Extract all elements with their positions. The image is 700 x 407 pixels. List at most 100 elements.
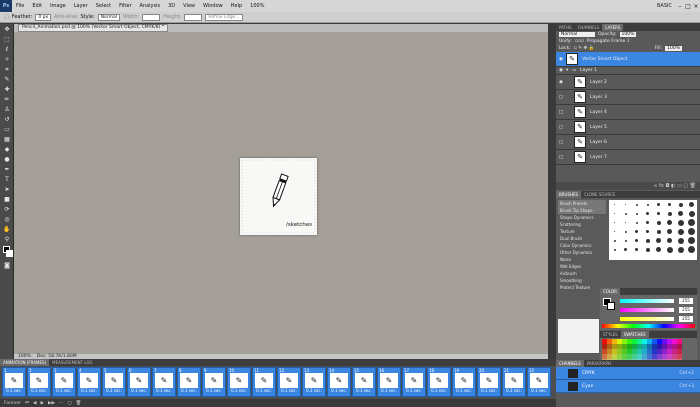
eye-icon[interactable]: ◉ xyxy=(556,68,566,73)
blue-value[interactable]: 255 xyxy=(679,316,693,322)
menu-edit[interactable]: Edit xyxy=(28,3,46,9)
layer-row-group[interactable]: ◉ ▾ ▭ Layer 1 xyxy=(556,67,700,75)
menu-filter[interactable]: Filter xyxy=(115,3,135,9)
brush-tip[interactable] xyxy=(668,203,671,206)
eye-icon[interactable]: ◉ xyxy=(556,57,566,62)
tab-layers[interactable]: LAYERS xyxy=(602,24,624,31)
next-frame-icon[interactable]: ▶▶ xyxy=(48,401,55,406)
brush-tip[interactable] xyxy=(678,211,683,216)
propagate-checkbox[interactable]: Propagate Frame 1 xyxy=(587,39,630,44)
workspace-switcher[interactable]: BASIC xyxy=(653,3,676,9)
tab-paragraph[interactable]: PARAGRAPH xyxy=(584,360,614,367)
animation-frame[interactable]: 19 ✎ 0.1 sec. xyxy=(452,367,476,397)
color-spectrum-bar[interactable] xyxy=(602,324,695,328)
wet-edges-checkbox[interactable]: Wet Edges xyxy=(558,263,606,270)
quick-mask-icon[interactable]: ◙ xyxy=(2,261,12,270)
brush-tip[interactable] xyxy=(656,229,661,234)
frame-delay[interactable]: 0.1 sec. xyxy=(306,388,322,394)
trash-icon[interactable]: 🗑 xyxy=(690,183,696,189)
fill-input[interactable]: 100% xyxy=(665,46,682,51)
menu-select[interactable]: Select xyxy=(92,3,115,9)
brush-tip[interactable] xyxy=(624,230,627,233)
brush-tip[interactable] xyxy=(688,210,695,217)
color-dynamics-checkbox[interactable]: Color Dynamics xyxy=(558,242,606,249)
layer-row-vector-smart-object[interactable]: ◉ ✎ Vector Smart Object xyxy=(556,52,700,67)
brush-tip[interactable] xyxy=(688,219,695,226)
layer-row[interactable]: □ ✎ Layer 3 xyxy=(556,90,700,105)
brush-tip[interactable] xyxy=(666,246,673,253)
brush-tip[interactable] xyxy=(646,230,649,233)
delete-frame-icon[interactable]: 🗑 xyxy=(76,401,82,406)
frame-delay[interactable]: 0.1 sec. xyxy=(31,388,47,394)
animation-frame[interactable]: 9 ✎ 0.1 sec. xyxy=(202,367,226,397)
airbrush-checkbox[interactable]: Airbrush xyxy=(558,270,606,277)
animation-frame[interactable]: 11 ✎ 0.1 sec. xyxy=(252,367,276,397)
brush-tip[interactable] xyxy=(645,247,650,252)
tab-animation-frames[interactable]: ANIMATION (FRAMES) xyxy=(0,359,50,366)
tween-icon[interactable]: ⋯ xyxy=(59,401,64,406)
brush-tip[interactable] xyxy=(677,228,684,235)
animation-frame[interactable]: 13 ✎ 0.1 sec. xyxy=(302,367,326,397)
noise-checkbox[interactable]: Noise xyxy=(558,256,606,263)
background-color-swatch[interactable] xyxy=(607,302,615,310)
brush-tip[interactable] xyxy=(614,204,615,205)
layer-row[interactable]: □ ✎ Layer 6 xyxy=(556,135,700,150)
animation-frame[interactable]: 22 ✎ 0.1 sec. xyxy=(527,367,551,397)
brush-tip[interactable] xyxy=(614,222,615,223)
layer-row[interactable]: ◉ ✎ Layer 2 xyxy=(556,75,700,90)
layer-row[interactable]: □ ✎ Layer 5 xyxy=(556,120,700,135)
brush-tip[interactable] xyxy=(635,248,638,251)
loop-select[interactable]: Forever xyxy=(4,401,21,406)
brush-tip[interactable] xyxy=(613,239,616,242)
brush-tip[interactable] xyxy=(688,228,695,235)
brush-tip[interactable] xyxy=(678,202,683,207)
unify-icons[interactable]: ▫▫▫ xyxy=(575,39,584,44)
protect-texture-checkbox[interactable]: Protect Texture xyxy=(558,284,606,291)
height-input[interactable] xyxy=(184,13,203,21)
brush-tip[interactable] xyxy=(677,237,684,244)
eye-hidden-icon[interactable]: □ xyxy=(556,125,566,130)
frame-delay[interactable]: 0.1 sec. xyxy=(56,388,72,394)
frame-delay[interactable]: 0.1 sec. xyxy=(81,388,97,394)
frame-delay[interactable]: 0.1 sec. xyxy=(131,388,147,394)
green-slider[interactable] xyxy=(620,308,674,312)
layer-row[interactable]: □ ✎ Layer 7 xyxy=(556,150,700,165)
eye-hidden-icon[interactable]: □ xyxy=(556,155,566,160)
magic-wand-icon[interactable]: ✧ xyxy=(2,55,12,64)
frame-delay[interactable]: 0.1 sec. xyxy=(6,388,22,394)
pen-tool-icon[interactable]: ✒ xyxy=(2,165,12,174)
channel-row-cmyk[interactable]: CMYK Ctrl+2 xyxy=(556,367,700,380)
menu-analysis[interactable]: Analysis xyxy=(136,3,165,9)
eye-hidden-icon[interactable]: □ xyxy=(556,95,566,100)
menu-view[interactable]: View xyxy=(179,3,199,9)
frame-delay[interactable]: 0.1 sec. xyxy=(206,388,222,394)
frame-delay[interactable]: 0.1 sec. xyxy=(106,388,122,394)
frame-delay[interactable]: 0.1 sec. xyxy=(181,388,197,394)
animation-frame[interactable]: 17 ✎ 0.1 sec. xyxy=(402,367,426,397)
brush-tip[interactable] xyxy=(645,238,650,243)
close-icon[interactable]: × xyxy=(692,3,700,10)
animation-frame[interactable]: 18 ✎ 0.1 sec. xyxy=(427,367,451,397)
eye-hidden-icon[interactable]: □ xyxy=(556,110,566,115)
frame-delay[interactable]: 0.1 sec. xyxy=(481,388,497,394)
brush-tip[interactable] xyxy=(688,237,695,244)
prev-frame-icon[interactable]: ◀ xyxy=(33,401,36,406)
brush-tip[interactable] xyxy=(677,246,684,253)
eyedropper-icon[interactable]: ✎ xyxy=(2,75,12,84)
animation-frame[interactable]: 5 ✎ 0.1 sec. xyxy=(102,367,126,397)
menu-3d[interactable]: 3D xyxy=(164,3,179,9)
animation-frame[interactable]: 21 ✎ 0.1 sec. xyxy=(502,367,526,397)
layer-row[interactable]: □ ✎ Layer 4 xyxy=(556,105,700,120)
tab-measurement-log[interactable]: MEASUREMENT LOG xyxy=(49,359,96,366)
lasso-tool-icon[interactable]: ℓ xyxy=(2,45,12,54)
link-icon[interactable]: ∞ xyxy=(653,183,657,189)
3d-rotate-icon[interactable]: ⟳ xyxy=(2,205,12,214)
brush-tip[interactable] xyxy=(614,213,615,214)
blur-tool-icon[interactable]: ◆ xyxy=(2,145,12,154)
frame-delay[interactable]: 0.1 sec. xyxy=(281,388,297,394)
frame-delay[interactable]: 0.1 sec. xyxy=(256,388,272,394)
brush-tip[interactable] xyxy=(646,212,649,215)
brush-tip[interactable] xyxy=(613,248,616,251)
marquee-tool-icon[interactable]: ⬚ xyxy=(2,35,12,44)
tab-swatches[interactable]: SWATCHES xyxy=(620,331,649,338)
